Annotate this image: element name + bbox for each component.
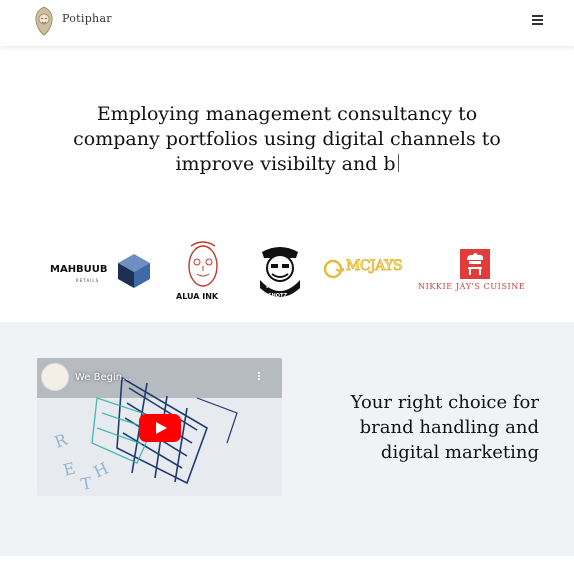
- brand-name[interactable]: Potiphar: [62, 12, 112, 25]
- partner-logo-poppin-shotz[interactable]: POPPIN SHOTZ: [254, 242, 306, 302]
- youtube-play-icon[interactable]: [139, 414, 181, 442]
- nikkie-wordmark: NIKKIE JAY'S CUISINE: [418, 282, 526, 291]
- tagline-line-1: Your right choice for: [350, 392, 539, 413]
- section-tagline: Your right choice for brand handling and…: [300, 390, 539, 465]
- channel-avatar[interactable]: [41, 363, 69, 391]
- mcjays-swirl-icon: [323, 259, 344, 279]
- hero-headline: Employing management consultancy to comp…: [40, 102, 534, 177]
- hamburger-menu-icon[interactable]: [532, 13, 546, 27]
- mahbuub-cube-icon: [118, 254, 150, 288]
- mahbuub-wordmark: MAHBUUB: [50, 264, 108, 275]
- alua-wordmark: ALUA INK: [176, 292, 219, 301]
- poppin-subtitle: SHOTZ: [268, 293, 288, 299]
- headline-line-3: improve visibilty and b: [40, 152, 534, 177]
- youtube-video-embed[interactable]: R E T H We Begin...: [37, 358, 282, 496]
- partner-logo-mcjays[interactable]: MCJAYS: [322, 256, 406, 280]
- video-title[interactable]: We Begin...: [75, 372, 132, 383]
- partner-logo-mahbuub[interactable]: MAHBUUB RETAILS: [50, 250, 152, 290]
- headline-line-1: Employing management consultancy to: [96, 103, 478, 125]
- mcjays-wordmark: MCJAYS: [345, 258, 403, 275]
- more-vertical-icon[interactable]: [256, 371, 262, 385]
- mahbuub-subtitle: RETAILS: [76, 278, 100, 283]
- alua-mask-icon: [188, 241, 218, 287]
- nikkie-chef-icon: [460, 249, 490, 279]
- partner-logo-alua-ink[interactable]: ALUA INK: [176, 240, 230, 302]
- typing-caret: [397, 154, 399, 172]
- site-header: Potiphar: [0, 0, 574, 46]
- headline-line-2: company portfolios using digital channel…: [73, 128, 501, 150]
- headline-typed-text: improve visibilty and b: [175, 153, 396, 175]
- tagline-line-2: brand handling and: [359, 417, 539, 438]
- poppin-wordmark: POPPIN: [266, 283, 292, 290]
- lion-crest-icon[interactable]: [32, 6, 56, 36]
- partner-logo-nikkie-jays[interactable]: NIKKIE JAY'S CUISINE: [414, 248, 536, 294]
- partner-logos: MAHBUUB RETAILS ALUA INK POPPIN SHOTZ MC…: [0, 236, 574, 306]
- tagline-line-3: digital marketing: [380, 442, 539, 463]
